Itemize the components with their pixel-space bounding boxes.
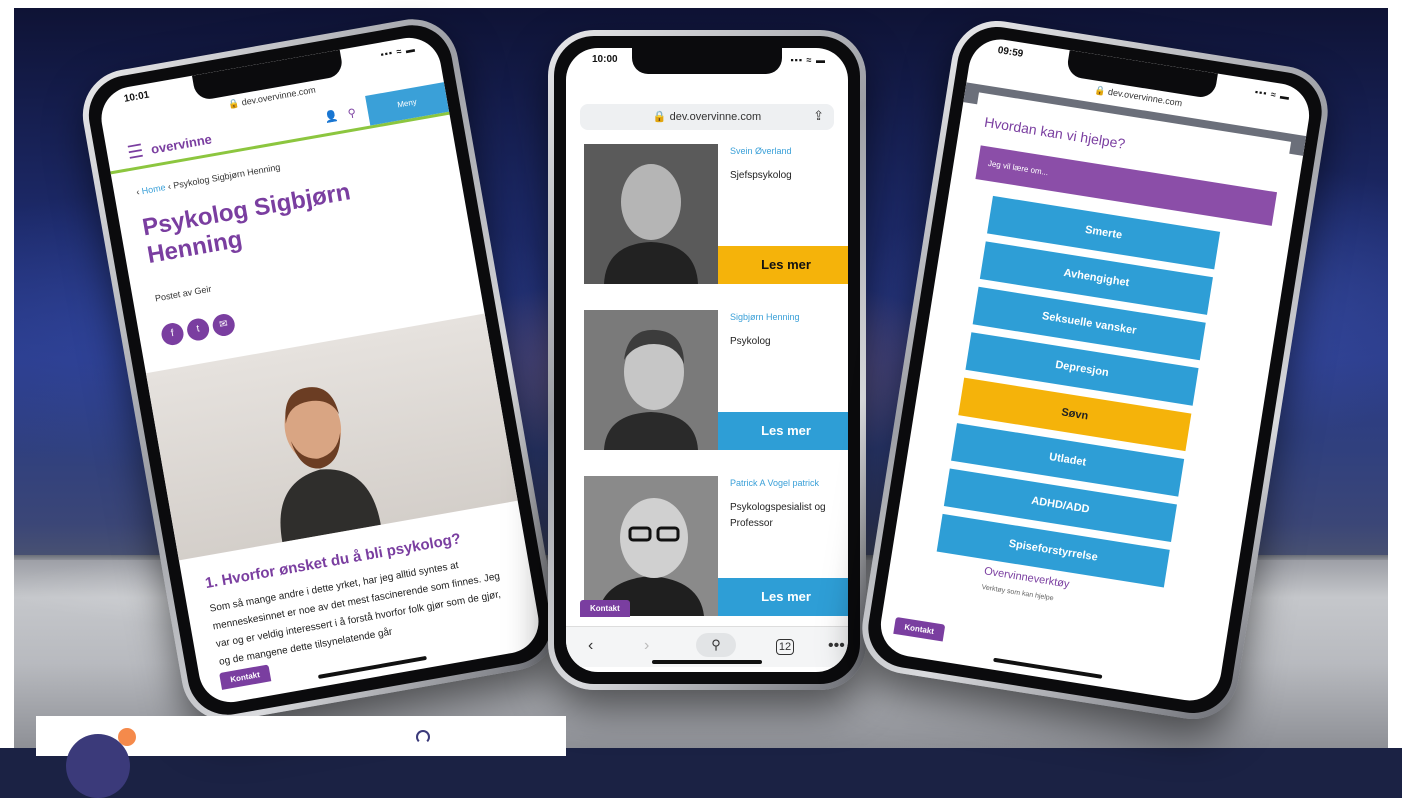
breadcrumb-current: Psykolog Sigbjørn Henning [172, 161, 282, 191]
address-bar[interactable]: 🔒 dev.overvinne.com ⇪ [580, 104, 834, 130]
phone-right-screen: 09:59 ▪▪▪ ≈ ▬ 🔒 dev.overvinne.com Hvorda… [876, 34, 1314, 706]
profile-name[interactable]: Patrick A Vogel patrick [730, 478, 848, 489]
tabs-icon[interactable]: 12 [776, 639, 794, 655]
breadcrumb-home[interactable]: Home [141, 182, 166, 196]
frame-border [0, 0, 1402, 8]
profile-name[interactable]: Svein Øverland [730, 146, 848, 157]
back-icon[interactable]: ‹ [588, 637, 593, 655]
phone-middle: 10:00 ▪▪▪ ≈ ▬ 🔒 dev.overvinne.com ⇪ Svei… [548, 30, 866, 690]
social-share: f t ✉ [159, 312, 241, 347]
read-more-button[interactable]: Les mer [718, 578, 848, 616]
status-icons: ▪▪▪ ≈ ▬ [379, 43, 417, 60]
profile-role: Psykologspesialist og Professor [730, 502, 826, 529]
help-panel: Hvordan kan vi hjelpe? Jeg vil lære om..… [896, 92, 1292, 664]
help-heading: Hvordan kan vi hjelpe? [983, 113, 1127, 152]
profile-photo [584, 144, 718, 284]
profile-card: Svein Øverland Sjefspsykolog Les mer [584, 144, 848, 284]
brand-logo-arc [416, 730, 430, 744]
profile-photo [584, 310, 718, 450]
forward-icon[interactable]: › [644, 637, 649, 655]
profile-role: Psykolog [730, 336, 771, 347]
tools-subtitle: Verktøy som kan hjelpe [981, 583, 1055, 603]
status-time: 10:00 [592, 54, 618, 65]
status-time: 09:59 [996, 44, 1024, 60]
profile-role: Sjefspsykolog [730, 170, 792, 181]
post-author: Postet av Geir [154, 283, 213, 304]
breadcrumb: ‹ Home ‹ Psykolog Sigbjørn Henning [135, 162, 281, 197]
brand-card [36, 716, 566, 798]
frame-border [0, 0, 14, 748]
home-indicator[interactable] [317, 655, 427, 679]
kontakt-button[interactable]: Kontakt [580, 600, 630, 617]
profile-card: Sigbjørn Henning Psykolog Les mer [584, 310, 848, 450]
facebook-icon[interactable]: f [159, 321, 186, 347]
url-label: 🔒 dev.overvinne.com [652, 111, 762, 123]
message-icon[interactable]: ✉ [210, 312, 237, 338]
read-more-button[interactable]: Les mer [718, 246, 848, 284]
person-illustration [584, 476, 718, 616]
hamburger-icon[interactable]: ☰ [126, 140, 145, 162]
profile-card: Patrick A Vogel patrick Psykologspesiali… [584, 476, 848, 616]
brand-logo-accent [118, 728, 136, 746]
status-time: 10:01 [123, 89, 151, 105]
home-indicator[interactable] [652, 660, 762, 664]
profile-photo [145, 313, 518, 561]
twitter-icon[interactable]: t [185, 316, 211, 343]
read-more-button[interactable]: Les mer [718, 412, 848, 450]
person-illustration [584, 144, 718, 284]
profile-name[interactable]: Sigbjørn Henning [730, 312, 848, 323]
person-illustration [584, 310, 718, 450]
home-indicator[interactable] [993, 657, 1103, 679]
more-icon[interactable]: ••• [828, 637, 845, 655]
phone-middle-screen: 10:00 ▪▪▪ ≈ ▬ 🔒 dev.overvinne.com ⇪ Svei… [566, 48, 848, 672]
share-icon[interactable]: ⇪ [813, 108, 824, 124]
frame-border [1388, 0, 1402, 748]
search-icon[interactable]: ⚲ [696, 633, 736, 657]
user-icon[interactable]: 👤 [323, 109, 340, 124]
profile-photo [584, 476, 718, 616]
topic-list: Smerte Avhengighet Seksuelle vansker Dep… [935, 195, 1221, 595]
notch [632, 48, 782, 74]
person-illustration [280, 387, 381, 543]
menu-button[interactable]: Meny [365, 82, 450, 126]
kontakt-button[interactable]: Kontakt [893, 616, 946, 642]
search-icon[interactable]: ⚲ [347, 106, 357, 120]
status-icons: ▪▪▪ ≈ ▬ [790, 55, 826, 65]
site-logo[interactable]: overvinne [150, 131, 213, 156]
status-icons: ▪▪▪ ≈ ▬ [1254, 86, 1291, 103]
